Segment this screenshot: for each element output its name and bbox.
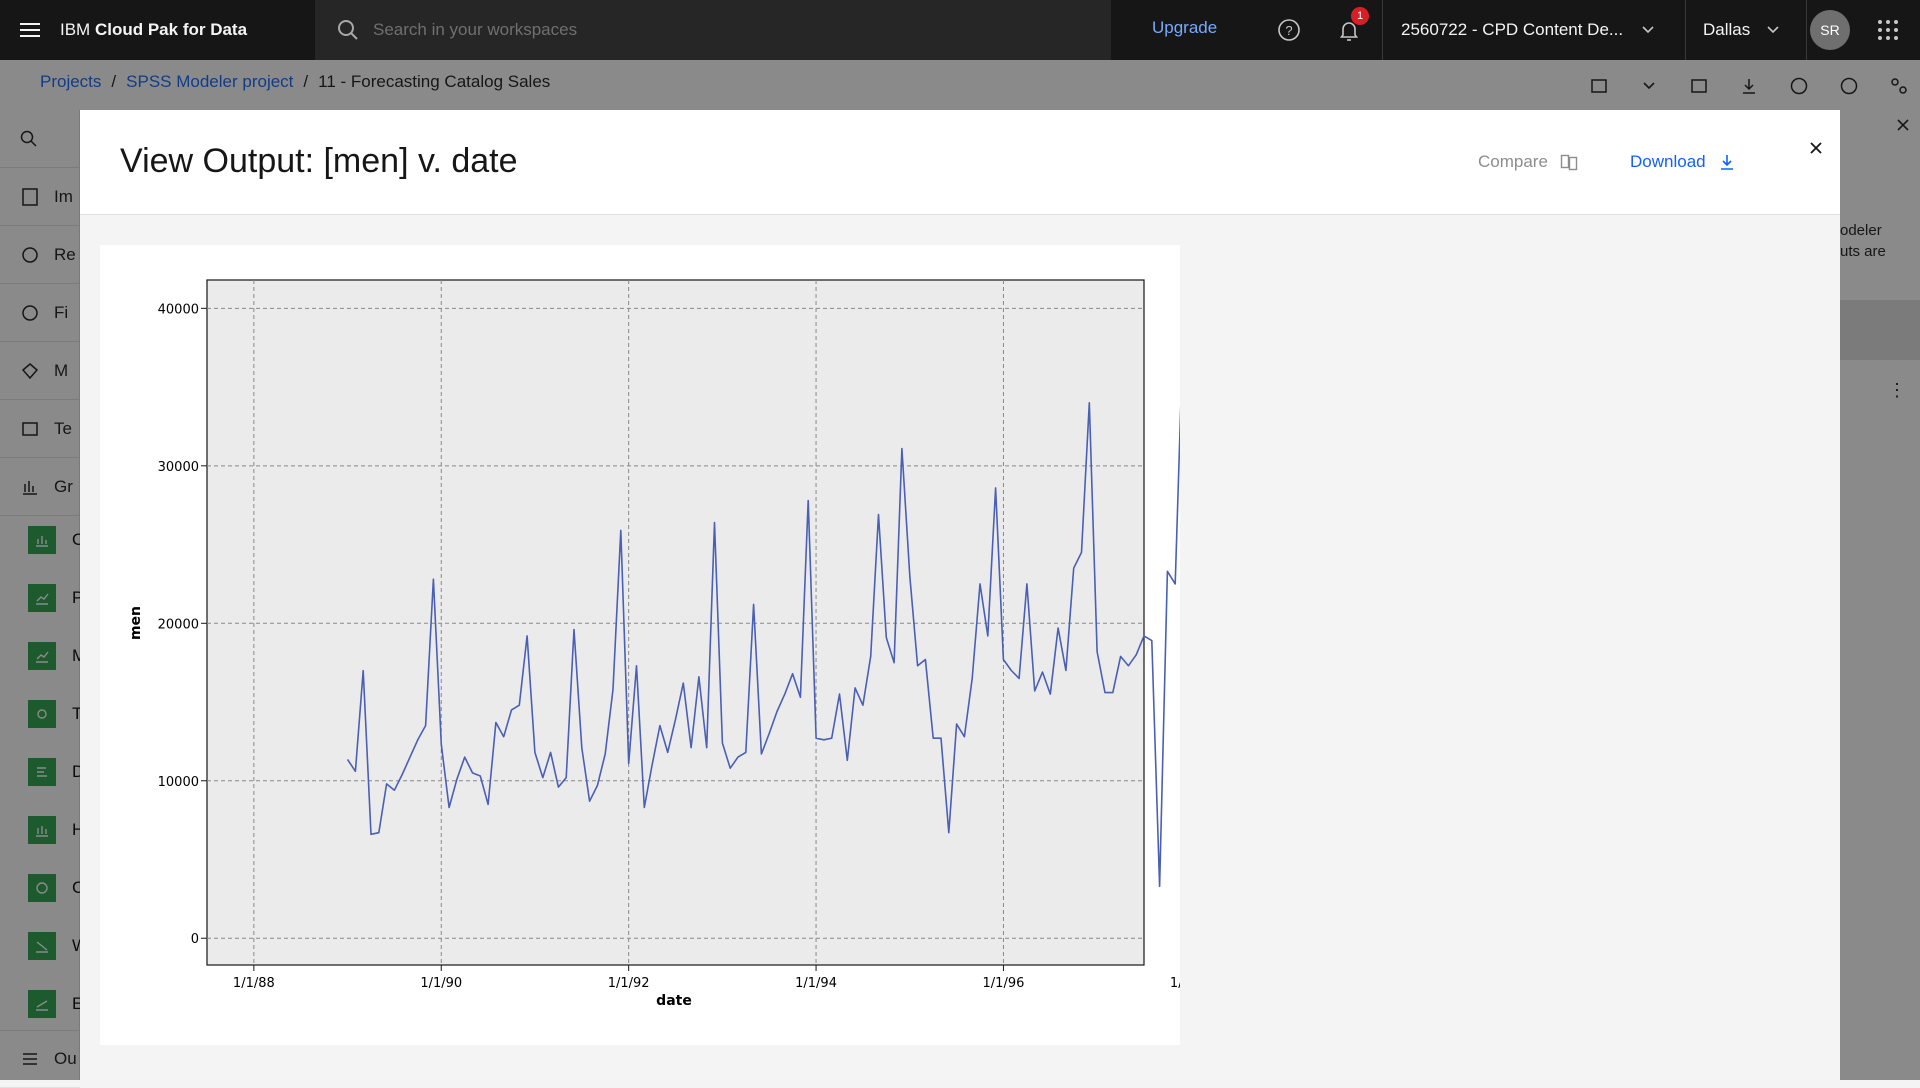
y-tick-label: 10000	[158, 775, 199, 790]
y-axis-ticks: 0 10000 20000 30000 40000	[158, 302, 207, 947]
brand-prefix: IBM	[60, 20, 91, 39]
output-chart-card: 0 10000 20000 30000 40000 1/1/88 1/1/90 1/1/92…	[100, 245, 1278, 1045]
grid-icon	[1878, 20, 1898, 40]
y-tick-label: 20000	[158, 617, 199, 632]
x-tick-label: 1/1/92	[608, 976, 650, 991]
top-navigation-bar: IBM Cloud Pak for Data Search in your wo…	[0, 0, 1920, 60]
compare-icon	[1560, 154, 1578, 171]
hamburger-menu-button[interactable]	[0, 0, 60, 60]
line-chart[interactable]: 0 10000 20000 30000 40000 1/1/88 1/1/90 1/1/92…	[100, 245, 1278, 1045]
svg-text:?: ?	[1285, 23, 1292, 38]
modal-title: View Output: [men] v. date	[120, 142, 518, 180]
download-button[interactable]: Download	[1630, 152, 1736, 172]
download-label: Download	[1630, 152, 1706, 171]
compare-label: Compare	[1478, 152, 1548, 171]
x-tick-label: 1/1/98	[1170, 976, 1180, 991]
close-icon	[1810, 142, 1822, 154]
x-tick-label: 1/1/90	[420, 976, 462, 991]
search-icon	[338, 20, 358, 40]
chevron-down-icon	[1767, 26, 1779, 34]
x-axis-ticks: 1/1/88 1/1/90 1/1/92 1/1/94 1/1/96 1/1/98	[233, 965, 1212, 991]
x-tick-label: 1/1/94	[795, 976, 837, 991]
x-tick-label: 1/1/96	[983, 976, 1025, 991]
x-tick-label: 1/1/88	[233, 976, 275, 991]
product-name[interactable]: IBM Cloud Pak for Data	[60, 20, 315, 40]
modal-header: View Output: [men] v. date Compare Downl…	[80, 110, 1840, 215]
app-switcher-button[interactable]	[1872, 14, 1904, 46]
upgrade-link[interactable]: Upgrade	[1152, 18, 1217, 38]
y-tick-label: 30000	[158, 460, 199, 475]
hamburger-icon	[20, 23, 40, 37]
x-axis-label: date	[656, 993, 692, 1009]
view-output-modal: View Output: [men] v. date Compare Downl…	[80, 110, 1840, 1080]
y-axis-label: men	[128, 606, 144, 640]
help-button[interactable]: ?	[1273, 14, 1305, 46]
account-label: 2560722 - CPD Content De...	[1401, 20, 1624, 39]
search-input[interactable]: Search in your workspaces	[373, 20, 577, 40]
help-icon: ?	[1278, 19, 1300, 41]
region-switcher[interactable]: Dallas	[1685, 0, 1807, 60]
y-tick-label: 0	[191, 932, 199, 947]
account-switcher[interactable]: 2560722 - CPD Content De...	[1382, 0, 1685, 60]
download-icon	[1720, 155, 1733, 170]
region-label: Dallas	[1703, 20, 1751, 39]
compare-button[interactable]: Compare	[1478, 152, 1578, 172]
chevron-down-icon	[1642, 26, 1654, 34]
notification-count-badge: 1	[1351, 7, 1369, 25]
modal-close-button[interactable]	[1798, 130, 1834, 166]
y-tick-label: 40000	[158, 302, 199, 317]
global-search[interactable]: Search in your workspaces	[315, 0, 1111, 60]
brand-name: Cloud Pak for Data	[94, 20, 248, 39]
avatar[interactable]: SR	[1810, 10, 1850, 50]
